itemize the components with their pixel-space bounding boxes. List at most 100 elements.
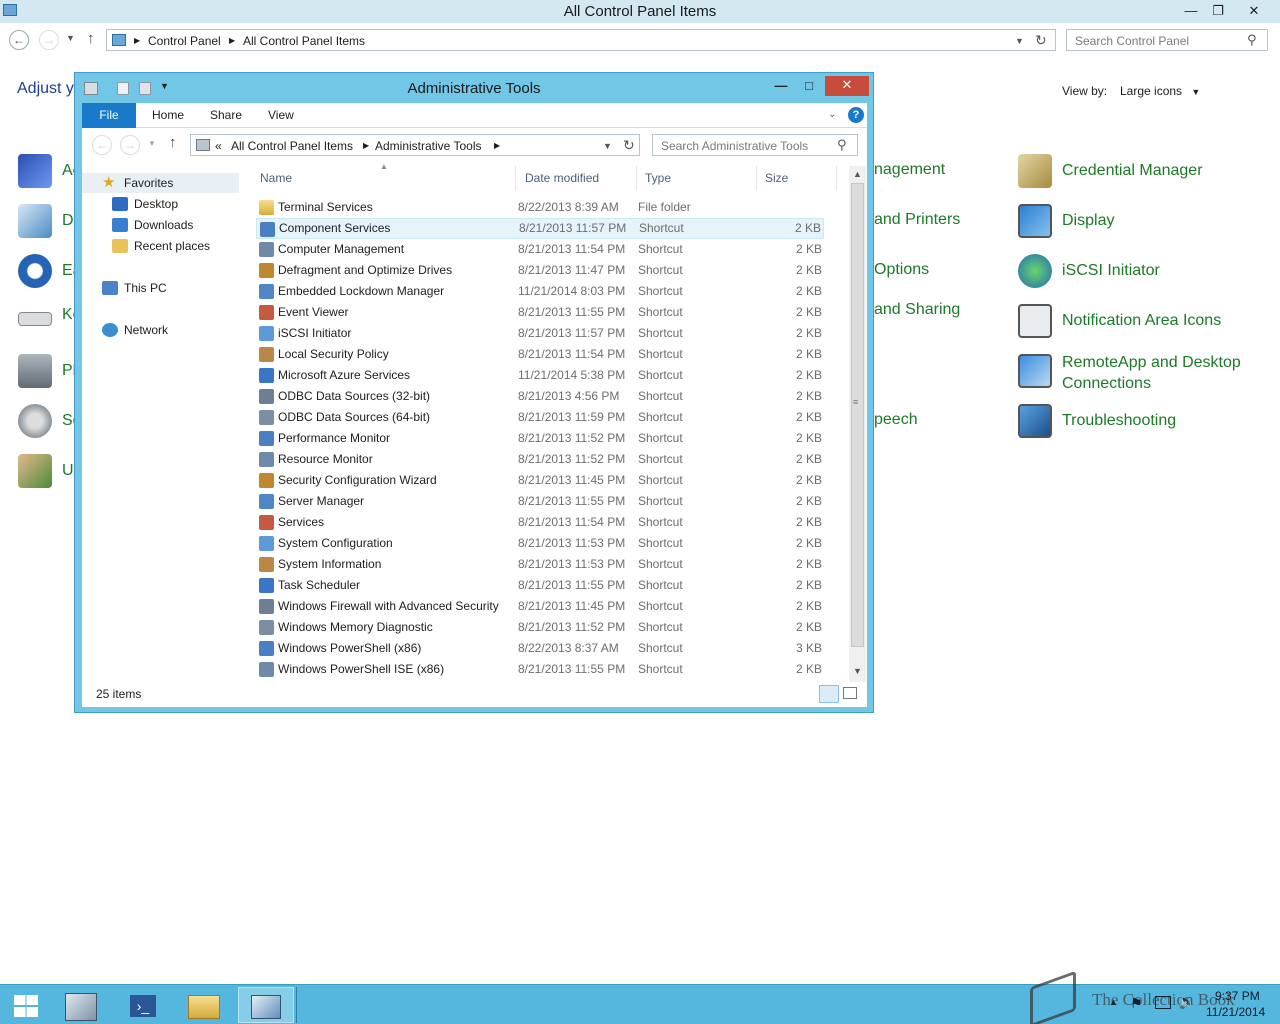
file-row[interactable]: Event Viewer 8/21/2013 11:55 PM Shortcut 2 … [256, 302, 824, 323]
tab-share[interactable]: Share [200, 103, 252, 128]
cp-item-action-center[interactable]: Ac [18, 154, 81, 188]
view-by-dropdown[interactable]: Large icons ▼ [1120, 84, 1200, 98]
file-row[interactable]: Terminal Services 8/22/2013 8:39 AM File f… [256, 197, 824, 218]
cp-item-notification-area-icons[interactable]: Notification Area Icons [1018, 304, 1221, 338]
admin-minimize-button[interactable]: — [768, 77, 794, 95]
breadcrumb-arrow-icon[interactable]: ▶ [229, 36, 235, 45]
start-button[interactable] [0, 987, 56, 1023]
taskbar-control-panel[interactable] [238, 987, 294, 1023]
cp-item-ease-of-access[interactable]: Ea [18, 254, 82, 288]
cp-item-partial-printers[interactable]: and Printers [874, 211, 960, 229]
admin-title-bar[interactable]: ▼ Administrative Tools — □ ✕ [75, 73, 873, 103]
control-panel-search-input[interactable]: Search Control Panel ⚲ [1066, 29, 1268, 51]
clock-time[interactable]: 9:37 PM [1215, 989, 1260, 1003]
ribbon-expand-chevron-icon[interactable]: ⌄ [828, 109, 836, 120]
file-row[interactable]: ODBC Data Sources (32-bit) 8/21/2013 4:56… [256, 386, 824, 407]
network-tray-icon[interactable] [1155, 996, 1171, 1009]
nav-favorites[interactable]: ★ Favorites [82, 173, 239, 193]
admin-up-arrow-icon[interactable]: ↑ [169, 134, 177, 151]
search-icon[interactable]: ⚲ [837, 137, 847, 153]
admin-forward-button[interactable]: → [120, 135, 140, 155]
taskbar-server-manager[interactable] [56, 987, 112, 1023]
cp-item-display[interactable]: Display [1018, 204, 1114, 238]
clock-date[interactable]: 11/21/2014 [1206, 1005, 1265, 1019]
cp-item-phone-modem[interactable]: Ph [18, 354, 82, 388]
breadcrumb-arrow-icon[interactable]: ▶ [134, 36, 140, 45]
admin-back-button[interactable]: ← [92, 135, 112, 155]
breadcrumb-all-items[interactable]: All Control Panel Items [243, 34, 365, 48]
column-header-type[interactable]: Type [637, 166, 757, 191]
breadcrumb-arrow-icon[interactable]: ▶ [363, 141, 369, 150]
scroll-down-arrow-icon[interactable]: ▼ [853, 666, 862, 676]
show-hidden-icons-icon[interactable]: ▲ [1109, 997, 1118, 1007]
flag-notification-icon[interactable]: ⚑ [1130, 995, 1143, 1012]
cp-item-sound[interactable]: So [18, 404, 82, 438]
file-row[interactable]: Security Configuration Wizard 8/21/2013 1… [256, 470, 824, 491]
file-row[interactable]: Microsoft Azure Services 11/21/2014 5:38 … [256, 365, 824, 386]
scroll-up-arrow-icon[interactable]: ▲ [853, 169, 862, 179]
file-row[interactable]: Task Scheduler 8/21/2013 11:55 PM Shortcut… [256, 575, 824, 596]
breadcrumb-overflow[interactable]: « [215, 139, 222, 153]
address-dropdown-icon[interactable]: ▼ [1015, 36, 1024, 46]
minimize-button[interactable]: — [1178, 2, 1204, 20]
details-view-icon[interactable] [819, 685, 839, 703]
column-header-size[interactable]: Size [757, 166, 837, 191]
tab-file[interactable]: File [82, 103, 136, 128]
cp-item-partial-sharing[interactable]: and Sharing [874, 301, 960, 319]
main-address-bar[interactable]: ▶ Control Panel ▶ All Control Panel Item… [106, 29, 1056, 51]
file-row[interactable]: Windows Memory Diagnostic 8/21/2013 11:52… [256, 617, 824, 638]
cp-item-partial-speech[interactable]: peech [874, 411, 918, 429]
cp-item-troubleshooting[interactable]: Troubleshooting [1018, 404, 1176, 438]
file-row[interactable]: Windows Firewall with Advanced Security 8… [256, 596, 824, 617]
file-row[interactable]: Resource Monitor 8/21/2013 11:52 PM Shortc… [256, 449, 824, 470]
admin-search-input[interactable]: Search Administrative Tools ⚲ [652, 134, 858, 156]
cp-item-credential-manager[interactable]: Credential Manager [1018, 154, 1203, 188]
nav-desktop[interactable]: Desktop [112, 194, 178, 214]
file-row[interactable]: Windows PowerShell ISE (x86) 8/21/2013 11… [256, 659, 824, 680]
file-row[interactable]: ODBC Data Sources (64-bit) 8/21/2013 11:5… [256, 407, 824, 428]
cp-item-user-accounts[interactable]: U [18, 454, 74, 488]
admin-close-button[interactable]: ✕ [825, 76, 869, 96]
nav-network[interactable]: Network [102, 320, 168, 340]
refresh-icon[interactable]: ↻ [1035, 32, 1047, 49]
back-button[interactable]: ← [9, 30, 29, 50]
file-row[interactable]: Server Manager 8/21/2013 11:55 PM Shortcut… [256, 491, 824, 512]
nav-this-pc[interactable]: This PC [102, 278, 167, 298]
file-row[interactable]: iSCSI Initiator 8/21/2013 11:57 PM Shortcu… [256, 323, 824, 344]
cp-item-partial-options[interactable]: Options [874, 261, 929, 279]
administrative-tools-window[interactable]: ▼ Administrative Tools — □ ✕ File Home S… [74, 72, 874, 713]
nav-recent-places[interactable]: Recent places [112, 236, 210, 256]
file-row[interactable]: Embedded Lockdown Manager 11/21/2014 8:03… [256, 281, 824, 302]
file-row[interactable]: Windows PowerShell (x86) 8/22/2013 8:37 A… [256, 638, 824, 659]
up-arrow-icon[interactable]: ↑ [87, 30, 95, 47]
scroll-thumb[interactable] [851, 183, 864, 647]
admin-address-dropdown-icon[interactable]: ▼ [603, 141, 612, 151]
column-header-name[interactable]: Name [252, 166, 516, 191]
recent-locations-chevron-icon[interactable]: ▼ [66, 33, 75, 43]
admin-refresh-icon[interactable]: ↻ [623, 137, 635, 154]
file-row[interactable]: System Configuration 8/21/2013 11:53 PM Sh… [256, 533, 824, 554]
breadcrumb-administrative-tools[interactable]: Administrative Tools [375, 139, 482, 153]
admin-maximize-button[interactable]: □ [796, 77, 822, 95]
admin-address-bar[interactable]: « All Control Panel Items ▶ Administrati… [190, 134, 640, 156]
taskbar-powershell[interactable]: ›_ [116, 987, 172, 1023]
breadcrumb-all-control-panel-items[interactable]: All Control Panel Items [231, 139, 353, 153]
file-row[interactable]: Defragment and Optimize Drives 8/21/2013 … [256, 260, 824, 281]
tab-home[interactable]: Home [142, 103, 194, 128]
vertical-scrollbar[interactable]: ▲ ≡ ▼ [849, 166, 866, 682]
cp-item-keyboard[interactable]: Ke [18, 304, 82, 326]
file-row[interactable]: Local Security Policy 8/21/2013 11:54 PM S… [256, 344, 824, 365]
tab-view[interactable]: View [258, 103, 304, 128]
nav-downloads[interactable]: Downloads [112, 215, 193, 235]
close-button[interactable]: ✕ [1241, 2, 1267, 20]
file-row[interactable]: Performance Monitor 8/21/2013 11:52 PM Sho… [256, 428, 824, 449]
help-icon[interactable]: ? [848, 107, 864, 123]
cp-item-date-time[interactable]: D [18, 204, 74, 238]
volume-muted-icon[interactable]: 🔈 [1178, 993, 1195, 1010]
cp-item-remoteapp[interactable]: RemoteApp and Desktop Connections [1018, 352, 1252, 394]
admin-recent-chevron-icon[interactable]: ▼ [148, 139, 156, 148]
file-row[interactable]: Component Services 8/21/2013 11:57 PM Shor… [256, 218, 824, 239]
forward-button[interactable]: → [39, 30, 59, 50]
large-icons-view-icon[interactable] [843, 687, 857, 699]
breadcrumb-arrow-icon[interactable]: ▶ [494, 141, 500, 150]
